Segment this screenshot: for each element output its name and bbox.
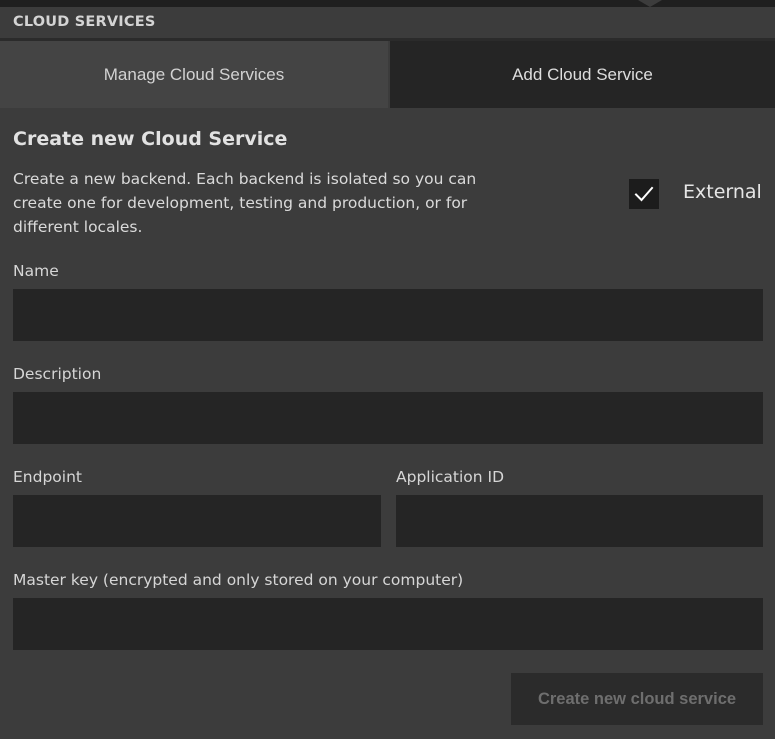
- endpoint-label: Endpoint: [13, 468, 82, 486]
- form-description: Create a new backend. Each backend is is…: [13, 170, 477, 236]
- checkmark-icon: [634, 186, 654, 202]
- tab-add-cloud-service[interactable]: Add Cloud Service: [390, 41, 775, 108]
- tab-manage-cloud-services[interactable]: Manage Cloud Services: [0, 41, 388, 108]
- external-checkbox[interactable]: [629, 179, 659, 209]
- external-label: External: [683, 181, 762, 203]
- name-label: Name: [13, 262, 59, 280]
- panel-pointer-notch: [638, 0, 662, 7]
- description-label: Description: [13, 365, 102, 383]
- application-id-input[interactable]: [396, 495, 763, 547]
- name-input[interactable]: [13, 289, 763, 341]
- application-id-label: Application ID: [396, 468, 505, 486]
- master-key-label: Master key (encrypted and only stored on…: [13, 571, 464, 589]
- panel-title: CLOUD SERVICES: [13, 14, 156, 30]
- create-cloud-service-button[interactable]: Create new cloud service: [511, 673, 763, 725]
- description-input[interactable]: [13, 392, 763, 444]
- form-heading: Create new Cloud Service: [13, 128, 288, 150]
- master-key-input[interactable]: [13, 598, 763, 650]
- top-strip: [0, 0, 775, 7]
- endpoint-input[interactable]: [13, 495, 381, 547]
